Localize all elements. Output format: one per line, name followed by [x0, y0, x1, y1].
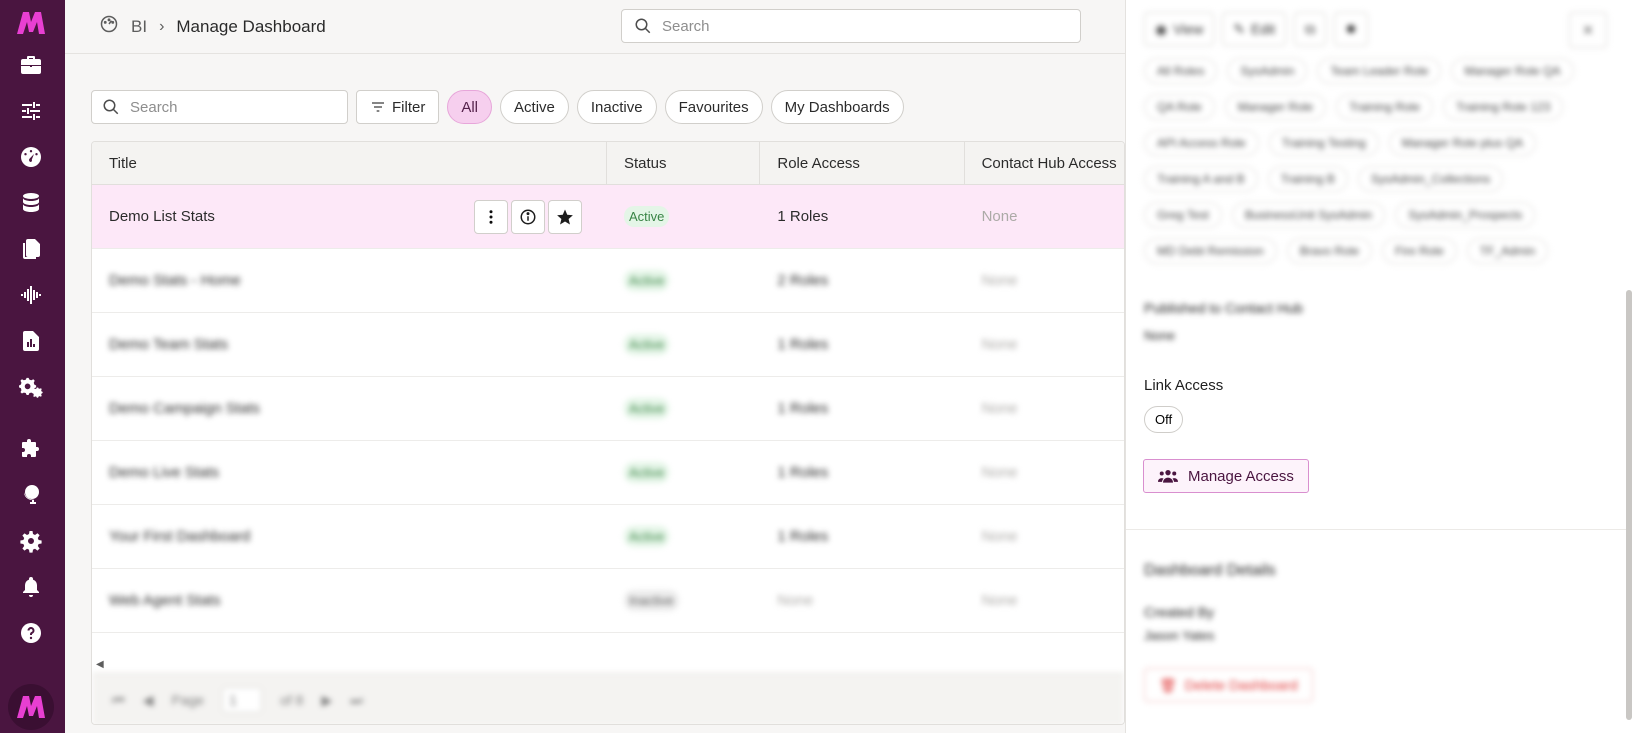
settings-button[interactable]: ✹ — [1334, 12, 1368, 46]
audio-wave-icon[interactable] — [14, 278, 48, 312]
created-by-value: Jason Yates — [1144, 628, 1215, 643]
view-button[interactable]: ◉ View — [1144, 12, 1215, 46]
details-panel: ◉ View ✎ Edit ⧉ ✹ × All Roles SysAdmin Tea… — [1125, 0, 1632, 733]
role-chip: Bravo Role — [1286, 238, 1373, 264]
dashboard-gauge-icon[interactable] — [14, 140, 48, 174]
published-label: Published to Contact Hub — [1144, 300, 1303, 316]
role-chip: SysAdmin — [1227, 58, 1308, 84]
gears-icon[interactable] — [14, 370, 48, 404]
role-chip: Team Leader Role — [1317, 58, 1442, 84]
role-chip: TF_Admin — [1466, 238, 1549, 264]
role-chip: Training B — [1267, 166, 1348, 192]
database-icon[interactable] — [14, 186, 48, 220]
role-chips: All Roles SysAdmin Team Leader Role Mana… — [1144, 58, 1574, 264]
panel-divider — [1126, 529, 1632, 530]
view-label: View — [1173, 21, 1204, 37]
trash-icon: 🗑 — [1159, 676, 1177, 693]
delete-dashboard-button[interactable]: 🗑 Delete Dashboard — [1144, 668, 1313, 702]
delete-label: Delete Dashboard — [1184, 677, 1298, 693]
role-chip: Manager Role plus QA — [1388, 130, 1537, 156]
copy-icon: ⧉ — [1305, 20, 1316, 37]
role-chip: BusinessUnit SysAdmin — [1231, 202, 1386, 228]
details-title: Dashboard Details — [1144, 562, 1276, 579]
role-chip: QA Role — [1144, 94, 1215, 120]
link-access-label: Link Access — [1144, 377, 1224, 394]
role-chip: Training Role — [1336, 94, 1433, 120]
close-button[interactable]: × — [1569, 12, 1607, 48]
role-chip: API Access Role — [1144, 130, 1259, 156]
manage-access-button[interactable]: Manage Access — [1143, 459, 1309, 493]
copy-button[interactable]: ⧉ — [1294, 12, 1327, 46]
role-chip: Greg Test — [1144, 202, 1222, 228]
role-chip: Fire Role — [1382, 238, 1457, 264]
sidebar — [0, 0, 65, 733]
panel-scrollbar[interactable] — [1626, 290, 1632, 720]
role-chip: SysAdmin_Prospects — [1395, 202, 1536, 228]
edit-button[interactable]: ✎ Edit — [1222, 12, 1287, 46]
user-logo-avatar[interactable] — [8, 684, 54, 730]
files-icon[interactable] — [14, 232, 48, 266]
globe-icon[interactable] — [14, 478, 48, 512]
eye-icon: ◉ — [1155, 20, 1168, 37]
published-value: None — [1144, 328, 1176, 343]
manage-access-label: Manage Access — [1188, 467, 1294, 485]
puzzle-icon[interactable] — [14, 432, 48, 466]
role-chip: SysAdmin_Collections — [1357, 166, 1504, 192]
role-chip: MD Debt Remission — [1144, 238, 1277, 264]
logo-icon[interactable] — [14, 6, 48, 40]
help-icon[interactable] — [14, 616, 48, 650]
toolbox-icon[interactable] — [14, 48, 48, 82]
bell-icon[interactable] — [14, 570, 48, 604]
created-by-label: Created By — [1144, 604, 1215, 620]
role-chip: Manager Role QA — [1451, 58, 1574, 84]
panel-toolbar: ◉ View ✎ Edit ⧉ ✹ — [1144, 12, 1368, 46]
users-icon — [1158, 470, 1178, 483]
link-access-toggle[interactable]: Off — [1144, 406, 1184, 433]
role-chip: Training Role 123 — [1443, 94, 1564, 120]
sliders-icon[interactable] — [14, 94, 48, 128]
role-chip: All Roles — [1144, 58, 1218, 84]
role-chip: Training Testing — [1268, 130, 1379, 156]
role-chip: Training A and B — [1144, 166, 1258, 192]
role-chip: Manager Role — [1224, 94, 1327, 120]
dim-overlay — [65, 0, 1125, 733]
gear-icon: ✹ — [1345, 20, 1357, 37]
settings-gear-icon[interactable] — [14, 524, 48, 558]
report-chart-icon[interactable] — [14, 324, 48, 358]
edit-icon: ✎ — [1233, 20, 1246, 37]
edit-label: Edit — [1251, 21, 1276, 37]
